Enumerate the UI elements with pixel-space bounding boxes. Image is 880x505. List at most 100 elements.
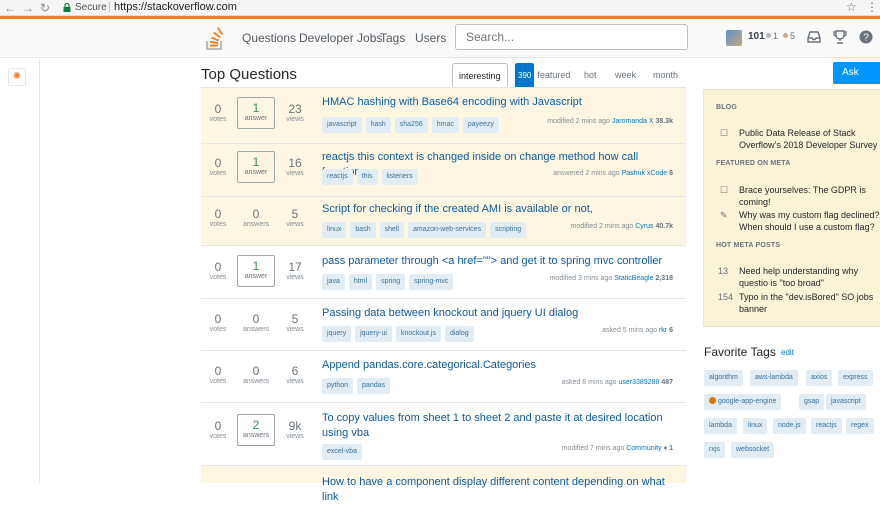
question-title[interactable]: Script for checking if the created AMI i…	[322, 202, 677, 217]
tag[interactable]: this	[356, 169, 378, 185]
tab-interesting[interactable]: interesting	[452, 63, 508, 87]
favorite-tag[interactable]: lambda	[704, 418, 737, 434]
tag[interactable]: html	[348, 274, 373, 290]
tag[interactable]: amazon-web-services	[408, 222, 487, 238]
user-link[interactable]: Pashuk xCode	[622, 170, 668, 177]
tab-month[interactable]: month	[653, 63, 678, 87]
answers-stat: 1 answer	[237, 97, 275, 129]
user-link[interactable]: rkr	[659, 327, 667, 334]
url-separator: |	[108, 1, 111, 13]
tag[interactable]: sha256	[394, 117, 428, 133]
votes-stat: 0 votes	[209, 102, 227, 123]
ask-question-button[interactable]: Ask Question	[833, 62, 880, 100]
favorite-tag[interactable]: gsap	[799, 394, 825, 410]
favorite-tag[interactable]: regex	[846, 418, 874, 434]
nav-developer-jobs[interactable]: Developer Jobs	[299, 31, 382, 45]
search-input[interactable]	[455, 24, 688, 50]
blog-heading: BLOG	[716, 104, 738, 111]
tag[interactable]: knockout.js	[395, 326, 441, 342]
tag[interactable]: bash	[350, 222, 376, 238]
reload-icon[interactable]: ↻	[40, 1, 50, 15]
tag[interactable]: spring-mvc	[409, 274, 454, 290]
featured-item[interactable]: Why was my custom flag declined? When sh…	[739, 209, 880, 233]
tag[interactable]: hash	[365, 117, 391, 133]
tag[interactable]: excel-vba	[322, 444, 362, 460]
blog-item[interactable]: Public Data Release of Stack Overflow’s …	[739, 127, 880, 151]
tag[interactable]: jquery-ui	[355, 326, 392, 342]
bookmark-star-icon[interactable]: ☆	[846, 0, 857, 14]
sunburst-icon[interactable]: ✺	[8, 68, 26, 86]
tag[interactable]: payeezy	[462, 117, 499, 133]
tag[interactable]: jquery	[322, 326, 352, 342]
question-title[interactable]: HMAC hashing with Base64 encoding with J…	[322, 95, 677, 110]
pencil-icon: ✎	[720, 210, 728, 220]
favorite-tag[interactable]: algorithm	[704, 370, 743, 386]
favorite-tag[interactable]: reactjs	[811, 418, 842, 434]
tab-featured[interactable]: 390 featured	[515, 63, 570, 89]
reputation-count: 101	[748, 31, 765, 42]
question-title[interactable]: pass parameter through <a href=""> and g…	[322, 254, 677, 269]
views-stat: 5 views	[286, 312, 304, 333]
user-link[interactable]: StaticBeagle	[614, 275, 653, 282]
tag[interactable]: listeners	[381, 169, 418, 185]
tag[interactable]: dialog	[444, 326, 474, 342]
favorite-tags-edit-link[interactable]: edit	[781, 348, 794, 357]
forward-icon[interactable]: →	[22, 1, 34, 15]
tab-week[interactable]: week	[615, 63, 636, 87]
votes-stat: 0 votes	[209, 260, 227, 281]
tag[interactable]: spring	[376, 274, 406, 290]
tag[interactable]: scripting	[490, 222, 527, 238]
question-row: 0 votes 0 answers 5 views Script for checki…	[201, 197, 686, 246]
tag[interactable]: pandas	[357, 378, 390, 394]
page-title: Top Questions	[201, 66, 297, 83]
favorite-tag[interactable]: axios	[806, 370, 833, 386]
question-title[interactable]: Passing data between knockout and jquery…	[322, 306, 677, 321]
browser-menu-icon[interactable]: ⋮	[866, 0, 878, 14]
tag-list: javascript hash sha256 hmac payeezy	[322, 117, 503, 133]
bronze-badge-icon	[783, 33, 788, 38]
question-title[interactable]: Append pandas.core.categorical.Categorie…	[322, 358, 677, 373]
featured-item[interactable]: Brace yourselves: The GDPR is coming!	[739, 184, 880, 208]
question-title[interactable]: How to have a component display differen…	[322, 475, 677, 505]
favorite-tag[interactable]: google-app-engine	[704, 394, 782, 410]
user-link[interactable]: user3389288	[618, 379, 659, 386]
tag[interactable]: shell	[379, 222, 404, 238]
help-icon[interactable]: ?	[858, 29, 874, 45]
tag[interactable]: linux	[322, 222, 347, 238]
votes-stat: 0 votes	[209, 419, 227, 440]
tag[interactable]: python	[322, 378, 354, 394]
tag[interactable]: reactjs	[322, 169, 353, 185]
tag[interactable]: hmac	[431, 117, 459, 133]
favorite-tag[interactable]: aws-lambda	[750, 370, 798, 386]
achievements-trophy-icon[interactable]	[832, 29, 848, 45]
nav-users[interactable]: Users	[415, 31, 446, 45]
tab-hot[interactable]: hot	[584, 63, 597, 87]
hot-meta-item[interactable]: Typo in the "dev.isBored" SO jobs banner	[739, 291, 880, 315]
avatar[interactable]	[726, 30, 742, 46]
nav-tags[interactable]: Tags	[380, 31, 405, 45]
inbox-icon[interactable]	[806, 29, 822, 45]
favorite-tag[interactable]: rxjs	[704, 442, 725, 458]
hot-post-score: 154	[718, 292, 734, 302]
favorite-tag[interactable]: websocket	[731, 442, 775, 458]
url-field[interactable]: https://stackoverflow.com	[114, 1, 237, 13]
favorite-tag[interactable]: javascript	[826, 394, 866, 410]
question-row: How to have a component display differen…	[201, 466, 686, 503]
stackoverflow-logo-icon[interactable]	[205, 27, 225, 51]
hot-meta-item[interactable]: Need help understanding why questio is "…	[739, 265, 880, 289]
favorite-tag[interactable]: express	[838, 370, 873, 386]
favorite-tag[interactable]: node.js	[773, 418, 806, 434]
tag[interactable]: java	[322, 274, 345, 290]
favorite-tag[interactable]: linux	[743, 418, 768, 434]
question-row: 0 votes 0 answers 6 views Append pandas.cor…	[201, 351, 686, 403]
user-link[interactable]: Cyrus	[635, 223, 653, 230]
question-title[interactable]: To copy values from sheet 1 to sheet 2 a…	[322, 411, 677, 441]
user-link[interactable]: Jaromanda X	[612, 118, 654, 125]
nav-questions[interactable]: Questions	[242, 31, 296, 45]
back-icon[interactable]: ←	[4, 1, 16, 15]
hot-post-score: 13	[718, 266, 729, 276]
tag[interactable]: javascript	[322, 117, 362, 133]
question-meta: modified 7 mins ago Community ♦ 1	[561, 445, 673, 452]
bronze-badge-count: 5	[783, 31, 795, 41]
user-link[interactable]: Community	[626, 445, 661, 452]
